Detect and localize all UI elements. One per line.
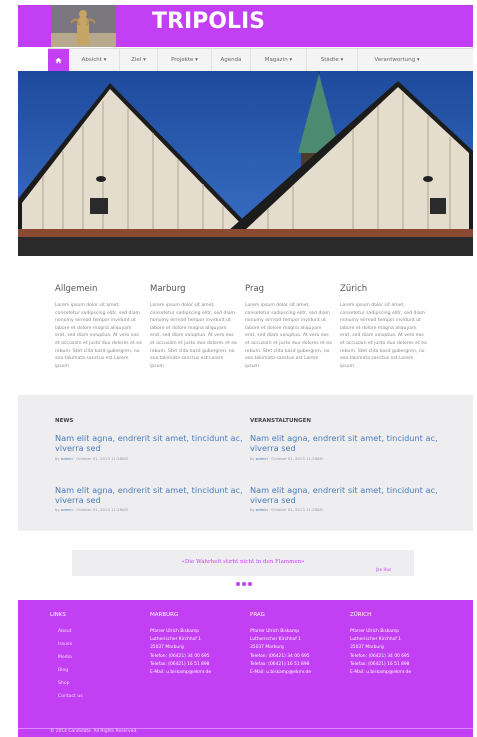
news-headline-2[interactable]: Nam elit agna, endrerit sit amet, tincid… [55, 485, 245, 505]
footer-address-zuerich: Pfarrer Ulrich Biskamp Lutherischer Kirc… [350, 628, 411, 677]
footer-link-about[interactable]: About [58, 629, 72, 634]
column-title: Zürich [340, 284, 368, 294]
author-link[interactable]: admin [256, 507, 268, 512]
footer-city-title: MARBURG [150, 612, 179, 618]
column-title: Marburg [150, 284, 186, 294]
nav-item-absicht[interactable]: Absicht ▾ [69, 49, 120, 71]
events-title: VERANSTALTUNGEN [250, 418, 311, 424]
quote-text: «Die Wahrheit stirbt nicht in den Flamme… [181, 559, 305, 565]
author-link[interactable]: admin [256, 456, 268, 461]
carousel-dot[interactable] [248, 582, 252, 586]
author-link[interactable]: admin [61, 507, 73, 512]
column-text: Lorem ipsum dolor sit amet, consetetur s… [245, 303, 332, 369]
quote-author: Jan Hus [376, 567, 392, 572]
email-link[interactable]: E-Mail: u.biskamp@ekmr.de [350, 669, 411, 677]
footer-link-blog[interactable]: Blog [58, 668, 68, 673]
news-meta-1: by admin · October 01, 2013 11:28AM [55, 456, 128, 461]
carousel-dots [236, 582, 252, 586]
footer-links-title: LINKS [50, 612, 66, 618]
footer-link-contact[interactable]: Contact us [58, 694, 83, 699]
column-title: Prag [245, 284, 265, 294]
logo-image[interactable] [51, 5, 116, 47]
footer-city-title: PRAG [250, 612, 265, 618]
news-headline-1[interactable]: Nam elit agna, endrerit sit amet, tincid… [55, 433, 245, 453]
news-title: NEWS [55, 418, 74, 424]
main-nav: Absicht ▾ Ziel ▾ Projekte ▾ Agenda Magaz… [48, 48, 473, 72]
column-text: Lorem ipsum dolor sit amet, consetetur s… [55, 303, 142, 369]
footer-address-marburg: Pfarrer Ulrich Biskamp Lutherischer Kirc… [150, 628, 211, 677]
nav-item-projekte[interactable]: Projekte ▾ [158, 49, 212, 71]
nav-item-verantwortung[interactable]: Verantwortung ▾ [358, 49, 436, 71]
email-link[interactable]: E-Mail: u.biskamp@ekmr.de [250, 669, 311, 677]
email-link[interactable]: E-Mail: u.biskamp@ekmr.de [150, 669, 211, 677]
carousel-dot[interactable] [236, 582, 240, 586]
nav-item-staedte[interactable]: Städte ▾ [307, 49, 358, 71]
column-text: Lorem ipsum dolor sit amet, consetetur s… [340, 303, 427, 369]
nav-item-ziel[interactable]: Ziel ▾ [120, 49, 158, 71]
column-allgemein: Allgemein Lorem ipsum dolor sit amet, co… [55, 284, 143, 370]
carousel-dot[interactable] [242, 582, 246, 586]
site-brand[interactable]: TRIPOLIS [152, 9, 265, 34]
column-prag: Prag Lorem ipsum dolor sit amet, consete… [245, 284, 333, 370]
column-title: Allgemein [55, 284, 98, 294]
footer-link-issues[interactable]: Issues [58, 642, 72, 647]
column-text: Lorem ipsum dolor sit amet, consetetur s… [150, 303, 237, 369]
nav-item-magazin[interactable]: Magazin ▾ [251, 49, 307, 71]
column-marburg: Marburg Lorem ipsum dolor sit amet, cons… [150, 284, 238, 370]
event-headline-2[interactable]: Nam elit agna, endrerit sit amet, tincid… [250, 485, 440, 505]
copyright: © 2014 Candidate. All Rights Reserved. [50, 729, 138, 734]
home-button[interactable] [48, 49, 69, 71]
event-meta-2: by admin · October 01, 2013 11:28AM [250, 507, 323, 512]
footer-link-media[interactable]: Media [58, 655, 72, 660]
news-meta-2: by admin · October 01, 2013 11:28AM [55, 507, 128, 512]
column-zuerich: Zürich Lorem ipsum dolor sit amet, conse… [340, 284, 428, 370]
hero-image [18, 71, 473, 256]
footer-address-prag: Pfarrer Ulrich Biskamp Lutherischer Kirc… [250, 628, 311, 677]
author-link[interactable]: admin [61, 456, 73, 461]
nav-item-agenda[interactable]: Agenda [212, 49, 251, 71]
footer-city-title: ZÜRICH [350, 612, 372, 618]
event-headline-1[interactable]: Nam elit agna, endrerit sit amet, tincid… [250, 433, 440, 453]
event-meta-1: by admin · October 01, 2013 11:28AM [250, 456, 323, 461]
footer-link-shop[interactable]: Shop [58, 681, 70, 686]
home-icon [55, 57, 62, 63]
quote-box: «Die Wahrheit stirbt nicht in den Flamme… [72, 550, 414, 576]
